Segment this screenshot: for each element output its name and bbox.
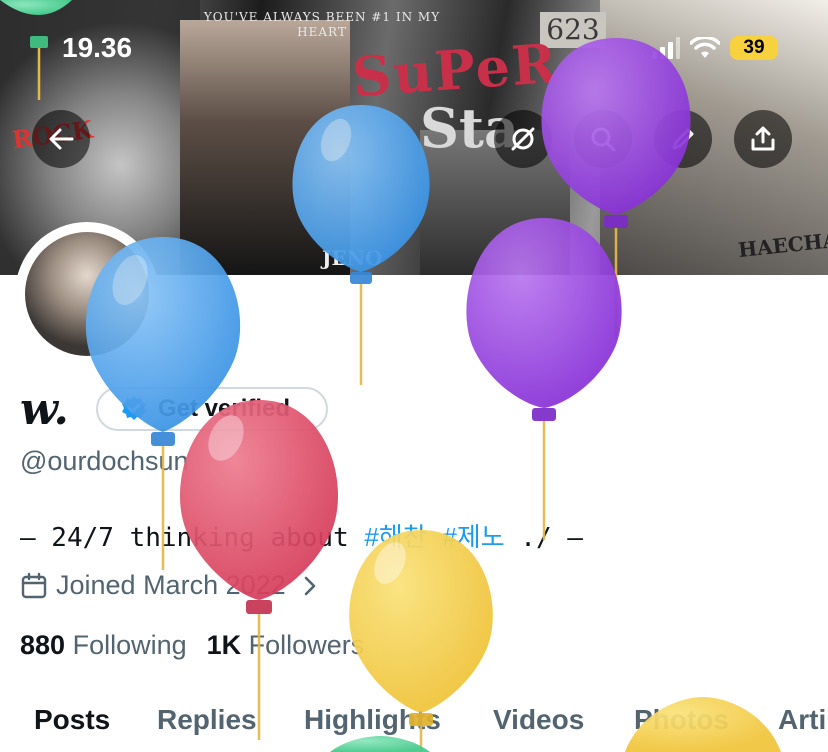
battery-indicator: 39	[730, 36, 778, 60]
banner-name-left: JENO	[322, 246, 383, 270]
tab-photos[interactable]: Photos	[634, 704, 729, 736]
joined-date-row[interactable]: Joined March 2022	[20, 570, 320, 601]
display-name: w.	[20, 384, 69, 435]
wifi-icon	[690, 37, 720, 58]
tab-videos[interactable]: Videos	[493, 704, 584, 736]
bio-suffix: ./ —	[504, 523, 583, 553]
search-icon	[591, 127, 616, 152]
joined-date: Joined March 2022	[56, 570, 286, 600]
get-verified-button[interactable]: Get verified	[96, 387, 328, 431]
follow-counts: 880 Following 1K Followers	[20, 630, 364, 661]
bio-prefix: — 24/7 thinking about	[20, 523, 365, 553]
edit-button[interactable]	[654, 110, 712, 168]
user-handle: @ourdochsun	[20, 446, 189, 476]
share-button[interactable]	[734, 110, 792, 168]
grok-button[interactable]	[494, 110, 552, 168]
search-button[interactable]	[574, 110, 632, 168]
get-verified-label: Get verified	[158, 395, 291, 422]
calendar-icon	[21, 572, 47, 598]
avatar[interactable]	[25, 232, 149, 356]
tab-highlights[interactable]: Highlights	[304, 704, 441, 736]
cellular-signal-icon	[652, 37, 680, 59]
banner-tagline: YOU'VE ALWAYS BEEN #1 IN MY HEART	[203, 10, 441, 39]
bio-hashtag-jeno[interactable]: #제노	[442, 522, 504, 552]
following-label: Following	[72, 630, 187, 660]
profile-tabs: Posts Replies Highlights Videos Photos A…	[0, 700, 828, 752]
profile-bio: — 24/7 thinking about #해찬 #제노 ./ —	[20, 517, 583, 554]
status-time: 19.36	[62, 32, 133, 63]
grok-icon	[511, 127, 535, 151]
arrow-left-icon	[49, 128, 74, 150]
pencil-icon	[672, 128, 694, 150]
back-button[interactable]	[32, 110, 90, 168]
banner-collage-portrait	[180, 20, 350, 275]
followers-label: Followers	[248, 630, 365, 660]
status-icons: 39	[652, 34, 778, 62]
tab-posts[interactable]: Posts	[34, 704, 110, 736]
following-count: 880	[20, 630, 66, 660]
chevron-right-icon	[304, 576, 315, 595]
following-link[interactable]: 880 Following	[20, 630, 187, 661]
verified-badge-icon	[122, 396, 146, 420]
share-icon	[751, 126, 775, 151]
followers-count: 1K	[206, 630, 242, 660]
tab-replies[interactable]: Replies	[157, 704, 257, 736]
tab-articles[interactable]: Arti	[778, 704, 826, 736]
followers-link[interactable]: 1K Followers	[207, 630, 365, 661]
bio-hashtag-haechan[interactable]: #해찬	[364, 522, 426, 552]
